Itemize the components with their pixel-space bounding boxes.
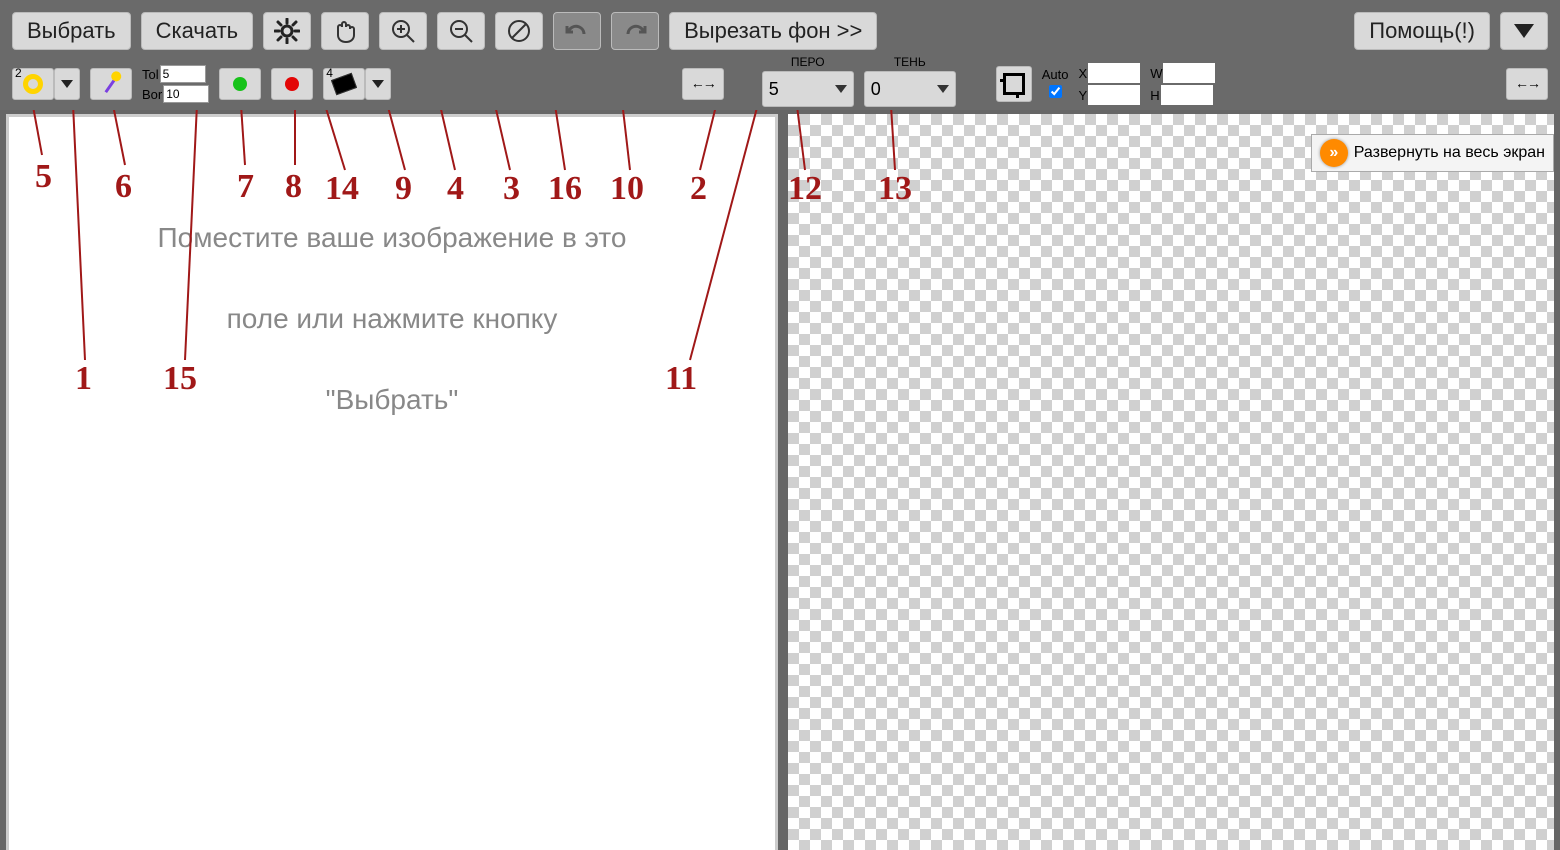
w-label: W: [1150, 66, 1162, 81]
toolbar-top: Выбрать Скачать Вырезать фон >> Помощь(!…: [0, 0, 1560, 62]
fullscreen-label: Развернуть на весь экран: [1354, 144, 1545, 162]
eraser-tool-dropdown[interactable]: [365, 68, 391, 100]
result-panel[interactable]: » Развернуть на весь экран: [788, 114, 1554, 850]
swap-left-right-button[interactable]: [682, 68, 724, 100]
fullscreen-button[interactable]: » Развернуть на весь экран: [1311, 134, 1554, 172]
green-marker-tool[interactable]: [219, 68, 261, 100]
crop-w-input[interactable]: [1163, 63, 1215, 83]
placeholder-line-3: "Выбрать": [49, 359, 735, 440]
chevron-down-icon: [61, 80, 73, 88]
green-dot-icon: [233, 77, 247, 91]
crop-icon: [1003, 73, 1025, 95]
redo-button[interactable]: [611, 12, 659, 50]
auto-crop-checkbox[interactable]: [1049, 85, 1062, 98]
source-panel[interactable]: Поместите ваше изображение в это поле ил…: [6, 114, 778, 850]
cancel-button[interactable]: [495, 12, 543, 50]
pen-header: ПЕРО: [791, 55, 825, 69]
tolerance-inputs: Tol Bor: [142, 65, 209, 103]
placeholder-line-2: поле или нажмите кнопку: [49, 278, 735, 359]
zoom-out-icon: [448, 18, 474, 44]
marker-tool[interactable]: 2: [12, 68, 54, 100]
shadow-size-value: 0: [871, 79, 881, 100]
prohibit-icon: [506, 18, 532, 44]
zoom-out-button[interactable]: [437, 12, 485, 50]
marker-tool-dropdown[interactable]: [54, 68, 80, 100]
settings-button[interactable]: [263, 12, 311, 50]
pen-size-select[interactable]: 5: [762, 71, 854, 107]
border-input[interactable]: [163, 85, 209, 103]
pen-size-value: 5: [769, 79, 779, 100]
swap-icon: [1515, 75, 1539, 93]
zoom-in-button[interactable]: [379, 12, 427, 50]
h-label: H: [1150, 88, 1159, 103]
auto-label: Auto: [1042, 67, 1069, 82]
tol-label: Tol: [142, 67, 159, 82]
red-marker-tool[interactable]: [271, 68, 313, 100]
gear-icon: [274, 18, 300, 44]
crop-y-input[interactable]: [1088, 85, 1140, 105]
crop-tool[interactable]: [996, 66, 1032, 102]
crop-x-input[interactable]: [1088, 63, 1140, 83]
eraser-tool[interactable]: 4: [323, 68, 365, 100]
swap-icon: [691, 75, 715, 93]
drop-placeholder: Поместите ваше изображение в это поле ил…: [49, 197, 735, 441]
magic-wand-tool[interactable]: [90, 68, 132, 100]
wand-icon: [104, 75, 118, 93]
ring-icon: [23, 74, 43, 94]
y-label: Y: [1079, 88, 1088, 103]
select-button[interactable]: Выбрать: [12, 12, 131, 50]
x-label: X: [1079, 66, 1088, 81]
auto-crop: Auto: [1042, 67, 1069, 101]
marker-hotkey: 2: [15, 66, 22, 80]
hand-icon: [332, 18, 358, 44]
crop-h-input[interactable]: [1161, 85, 1213, 105]
cut-background-button[interactable]: Вырезать фон >>: [669, 12, 877, 50]
workspace: Поместите ваше изображение в это поле ил…: [0, 110, 1560, 850]
tolerance-input[interactable]: [160, 65, 206, 83]
top-menu-button[interactable]: [1500, 12, 1548, 50]
bor-label: Bor: [142, 87, 162, 102]
eraser-hotkey: 4: [326, 66, 333, 80]
eraser-icon: [331, 73, 357, 96]
zoom-in-icon: [390, 18, 416, 44]
chevron-down-icon: [372, 80, 384, 88]
placeholder-line-1: Поместите ваше изображение в это: [49, 197, 735, 278]
pan-button[interactable]: [321, 12, 369, 50]
chevron-down-icon: [1514, 24, 1534, 38]
chevron-down-icon: [937, 85, 949, 93]
swap-panels-button[interactable]: [1506, 68, 1548, 100]
toolbar-second: 2 Tol Bor 4 ПЕРО 5 ТЕНЬ 0 Auto: [0, 62, 1560, 110]
red-dot-icon: [285, 77, 299, 91]
undo-icon: [564, 18, 590, 44]
chevron-down-icon: [835, 85, 847, 93]
help-button[interactable]: Помощь(!): [1354, 12, 1490, 50]
undo-button[interactable]: [553, 12, 601, 50]
shadow-header: ТЕНЬ: [894, 55, 926, 69]
download-button[interactable]: Скачать: [141, 12, 254, 50]
redo-icon: [622, 18, 648, 44]
shadow-size-select[interactable]: 0: [864, 71, 956, 107]
double-chevron-icon: »: [1320, 139, 1348, 167]
